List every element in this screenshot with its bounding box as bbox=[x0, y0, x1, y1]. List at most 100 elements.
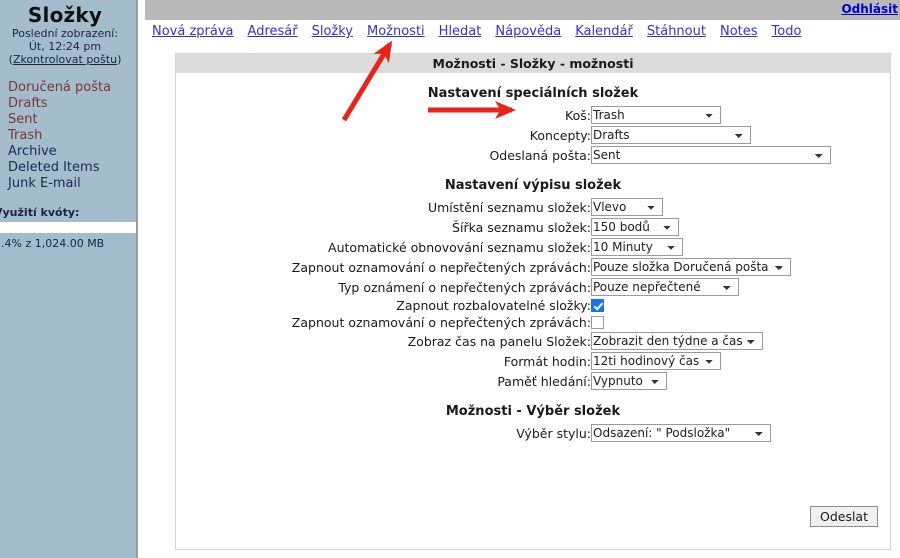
select-typ-oznameni-o-neprectenych-zpravach[interactable]: Pouze nepřečtené bbox=[591, 278, 739, 296]
folder-item: Drafts bbox=[8, 96, 136, 112]
option-row: Šířka seznamu složek: 150 bodů bbox=[183, 217, 883, 237]
option-label-sirka-seznamu-slozek: Šířka seznamu složek: bbox=[452, 219, 591, 235]
mail-options-page: Složky Poslední zobrazení: Út, 12:24 pm … bbox=[0, 0, 900, 558]
select-pamet-hledani[interactable]: Vypnuto bbox=[591, 372, 667, 390]
option-row: Paměť hledání: Vypnuto bbox=[183, 371, 883, 391]
option-field-cell: 10 Minuty bbox=[591, 237, 883, 257]
logout-link[interactable]: Odhlásit bbox=[841, 2, 898, 16]
section-title-special: Nastavení speciálních složek bbox=[427, 86, 639, 101]
option-label-format-hodin: Formát hodin: bbox=[503, 353, 591, 369]
main-menu-bar: Nová zpráva Adresář Složky Možnosti Hledat Ná… bbox=[145, 21, 900, 43]
logout-wrap: Odhlásit bbox=[841, 2, 898, 16]
option-field-cell: 150 bodů bbox=[591, 217, 883, 237]
option-label-kos: Koš: bbox=[565, 107, 591, 123]
select-umisteni-seznamu-slozek[interactable]: Vlevo bbox=[591, 198, 663, 216]
panel-header: Možnosti - Složky - možnosti bbox=[176, 54, 890, 73]
folder-item: Trash bbox=[8, 128, 136, 144]
folder-link[interactable]: Sent bbox=[8, 112, 38, 127]
option-label-umisteni-seznamu-slozek: Umístění seznamu složek: bbox=[427, 199, 591, 215]
top-bar: Odhlásit bbox=[145, 0, 900, 20]
option-label-zapnout-rozbalovatelne-slozky: Zapnout rozbalovatelné složky: bbox=[396, 298, 591, 313]
check-mail-link[interactable]: Zkontrolovat poštu bbox=[13, 53, 117, 66]
option-row: Zobraz čas na panelu Složek: Zobrazit den… bbox=[183, 331, 883, 351]
folder-item: Deleted Items bbox=[8, 160, 136, 176]
option-label-zapnout-oznamovani-o-neprectenych-zprava: Zapnout oznamování o nepřečtených zprává… bbox=[291, 259, 591, 275]
select-automaticke-obnovovani-seznamu-slozek[interactable]: 10 Minuty bbox=[591, 238, 683, 256]
option-row: Koš: Trash bbox=[183, 105, 883, 125]
option-row: Formát hodin: 12ti hodinový čas bbox=[183, 351, 883, 371]
check-mail-line: (Zkontrolovat poštu) bbox=[0, 53, 136, 66]
folder-link[interactable]: Trash bbox=[8, 128, 42, 143]
option-field-cell: Trash bbox=[591, 105, 883, 125]
option-label-pamet-hledani: Paměť hledání: bbox=[497, 373, 591, 389]
option-field-cell: Odsazení: " Podsložka" bbox=[591, 423, 883, 443]
select-sirka-seznamu-slozek[interactable]: 150 bodů bbox=[591, 218, 679, 236]
section-title-selection: Možnosti - Výběr složek bbox=[445, 404, 621, 419]
menu-item-n-pov-da[interactable]: Nápověda bbox=[495, 24, 561, 39]
option-row: Odeslaná pošta: Sent bbox=[183, 145, 883, 165]
menu-item-todo[interactable]: Todo bbox=[772, 24, 802, 39]
select-koncepty[interactable]: Drafts bbox=[591, 126, 751, 144]
select-kos[interactable]: Trash bbox=[591, 106, 721, 124]
menu-item-mo-nosti[interactable]: Možnosti bbox=[367, 24, 425, 39]
select-odeslana-posta[interactable]: Sent bbox=[591, 146, 831, 164]
folder-link[interactable]: Archive bbox=[8, 144, 57, 159]
option-field-cell: Vypnuto bbox=[591, 371, 883, 391]
select-zobraz-cas-na-panelu-slozek[interactable]: Zobrazit den týdne a čas bbox=[591, 332, 763, 350]
menu-item-notes[interactable]: Notes bbox=[720, 24, 758, 39]
folder-list: Doručená pošta Drafts Sent Trash Archive Dele… bbox=[0, 80, 136, 192]
option-field-cell: Vlevo bbox=[591, 197, 883, 217]
folder-item: Doručená pošta bbox=[8, 80, 136, 96]
last-view-time: Út, 12:24 pm bbox=[28, 40, 102, 53]
folder-link[interactable]: Drafts bbox=[8, 96, 48, 111]
option-field-cell bbox=[591, 314, 883, 331]
folder-item: Archive bbox=[8, 144, 136, 160]
folders-sidebar: Složky Poslední zobrazení: Út, 12:24 pm … bbox=[0, 0, 138, 558]
option-field-cell: Pouze nepřečtené bbox=[591, 277, 883, 297]
checkbox-zapnout-oznamovani-o-neprectenych-zprava[interactable] bbox=[591, 316, 604, 329]
quota-bar bbox=[0, 222, 136, 233]
option-row: Výběr stylu: Odsazení: " Podsložka" bbox=[183, 423, 883, 443]
menu-item-hledat[interactable]: Hledat bbox=[439, 24, 482, 39]
select-format-hodin[interactable]: 12ti hodinový čas bbox=[591, 352, 721, 370]
select-zapnout-oznamovani-o-neprectenych-zprava[interactable]: Pouze složka Doručená pošta bbox=[591, 258, 791, 276]
menu-item-slo-ky[interactable]: Složky bbox=[312, 24, 353, 39]
submit-row: Odeslat bbox=[809, 506, 878, 527]
option-field-cell: Sent bbox=[591, 145, 883, 165]
option-field-cell: Zobrazit den týdne a čas bbox=[591, 331, 883, 351]
option-row: Typ oznámení o nepřečtených zprávách: Pou… bbox=[183, 277, 883, 297]
paren-close: ) bbox=[117, 53, 122, 66]
menu-item-adres[interactable]: Adresář bbox=[248, 24, 298, 39]
menu-item-st-hnout[interactable]: Stáhnout bbox=[647, 24, 706, 39]
option-label-odeslana-posta: Odeslaná pošta: bbox=[489, 147, 591, 163]
folder-link[interactable]: Junk E-mail bbox=[8, 176, 81, 191]
folder-link[interactable]: Doručená pošta bbox=[8, 80, 111, 95]
option-label-typ-oznameni-o-neprectenych-zpravach: Typ oznámení o nepřečtených zprávách: bbox=[338, 279, 591, 295]
menu-item-nov-zpr-va[interactable]: Nová zpráva bbox=[152, 24, 234, 39]
option-row: Zapnout rozbalovatelné složky: bbox=[183, 297, 883, 314]
sidebar-title: Složky bbox=[27, 3, 103, 27]
option-row: Zapnout oznamování o nepřečtených zprává… bbox=[183, 314, 883, 331]
select-vyber-stylu[interactable]: Odsazení: " Podsložka" bbox=[591, 424, 771, 442]
option-label-vyber-stylu: Výběr stylu: bbox=[516, 425, 591, 441]
option-label-zobraz-cas-na-panelu-slozek: Zobraz čas na panelu Složek: bbox=[407, 333, 591, 349]
option-label-zapnout-oznamovani-o-neprectenych-zprava: Zapnout oznamování o nepřečtených zprává… bbox=[291, 315, 591, 330]
section-title-listing: Nastavení výpisu složek bbox=[444, 178, 622, 193]
folder-item: Sent bbox=[8, 112, 136, 128]
special-folders-form: Koš: Trash Koncepty: Drafts Odeslaná pošta: S… bbox=[183, 105, 883, 165]
option-field-cell: 12ti hodinový čas bbox=[591, 351, 883, 371]
option-row: Automatické obnovování seznamu složek: 10… bbox=[183, 237, 883, 257]
option-field-cell: Pouze složka Doručená pošta bbox=[591, 257, 883, 277]
folder-link[interactable]: Deleted Items bbox=[8, 160, 99, 175]
last-view-label: Poslední zobrazení: bbox=[11, 27, 119, 40]
folder-selection-form: Výběr stylu: Odsazení: " Podsložka" bbox=[183, 423, 883, 443]
option-row: Zapnout oznamování o nepřečtených zprává… bbox=[183, 257, 883, 277]
checkbox-zapnout-rozbalovatelne-slozky[interactable] bbox=[591, 299, 604, 312]
folder-listing-form: Umístění seznamu složek: Vlevo Šířka sezna… bbox=[183, 197, 883, 391]
option-field-cell bbox=[591, 297, 883, 314]
menu-item-kalend[interactable]: Kalendář bbox=[575, 24, 633, 39]
option-row: Koncepty: Drafts bbox=[183, 125, 883, 145]
submit-button[interactable]: Odeslat bbox=[809, 506, 878, 527]
option-row: Umístění seznamu složek: Vlevo bbox=[183, 197, 883, 217]
folder-item: Junk E-mail bbox=[8, 176, 136, 192]
